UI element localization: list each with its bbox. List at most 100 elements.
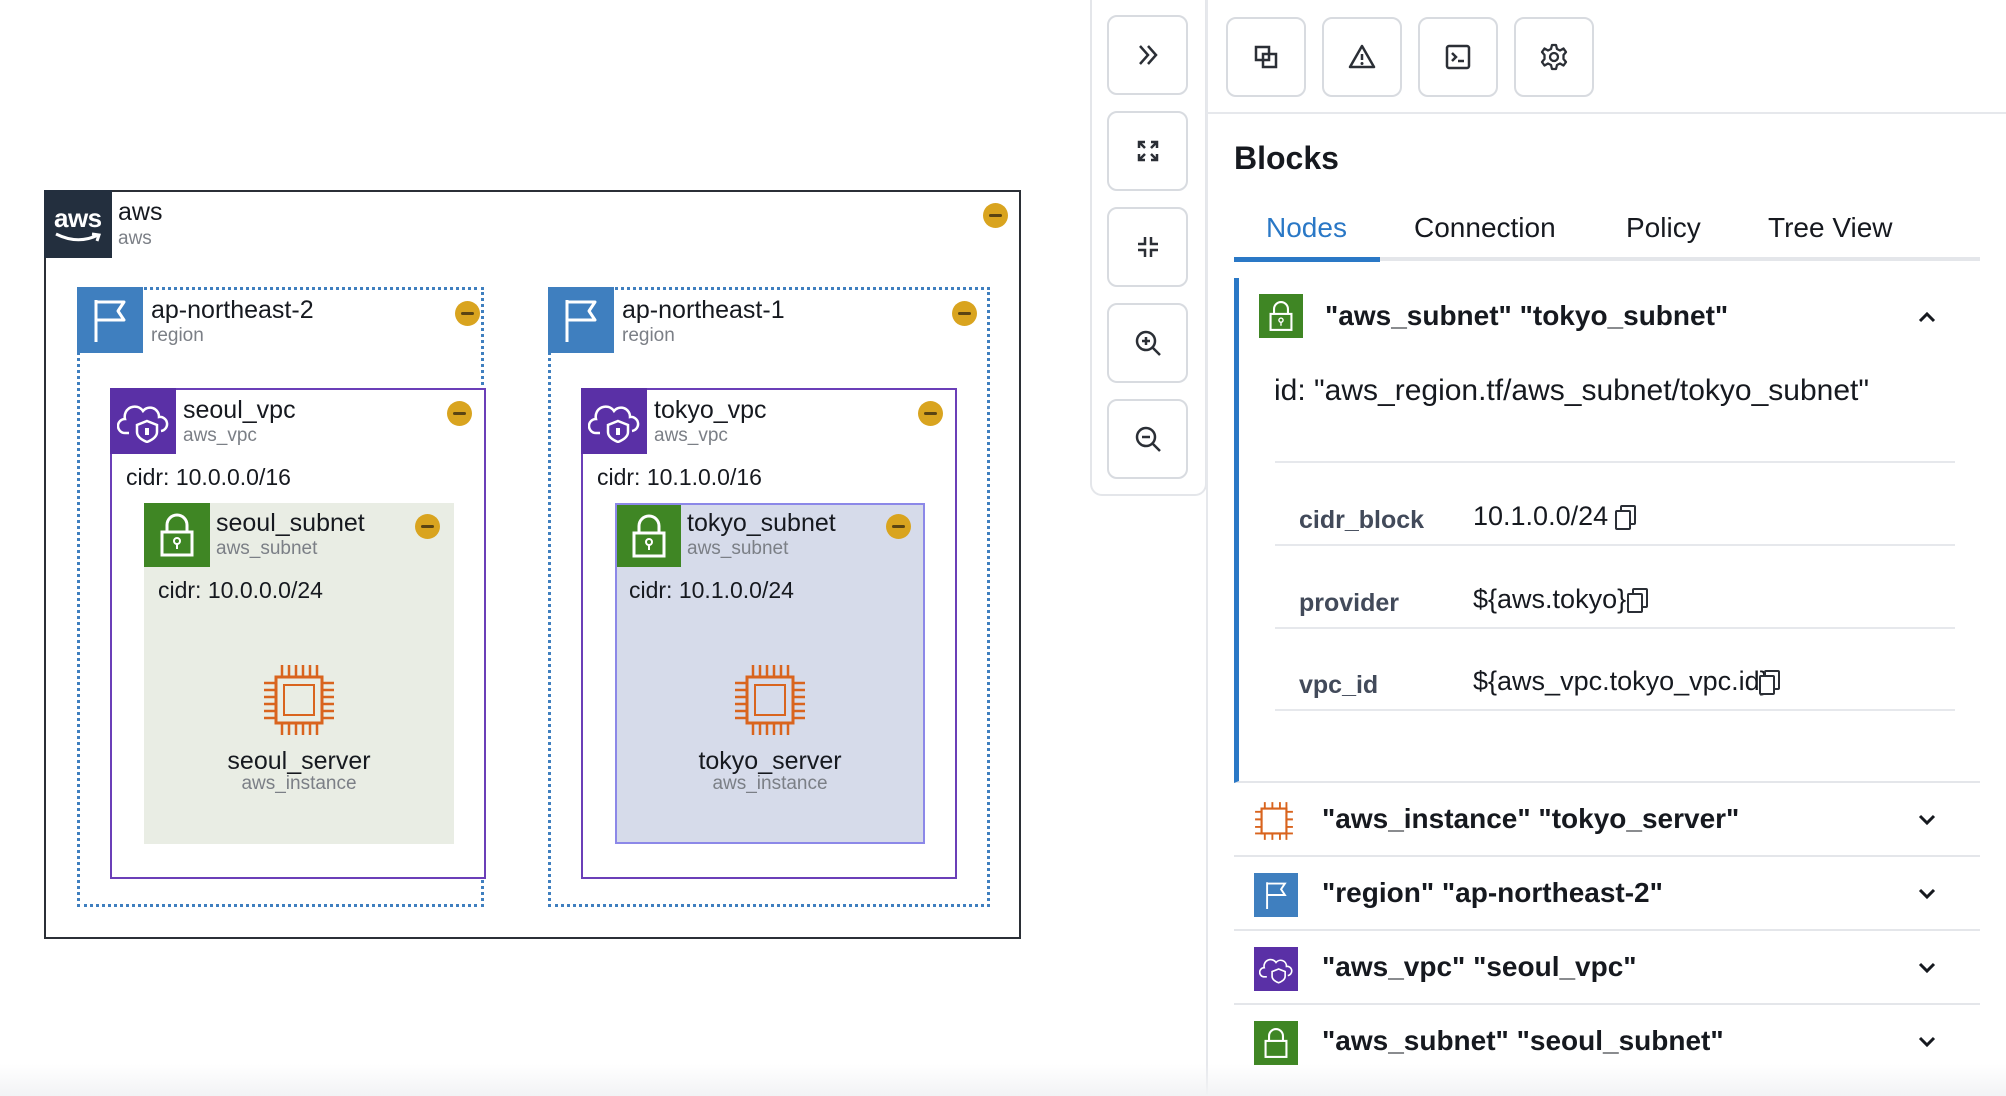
- property-divider: [1275, 461, 1955, 463]
- copy-icon[interactable]: [1615, 505, 1636, 530]
- collapse-panel-button[interactable]: [1107, 15, 1188, 95]
- region-subtitle: region: [622, 325, 675, 346]
- tab-policy[interactable]: Policy: [1626, 212, 1701, 244]
- chevron-down-icon[interactable]: [1912, 1027, 1942, 1057]
- node-row-seoul-vpc[interactable]: "aws_vpc" "seoul_vpc": [1234, 931, 1980, 1005]
- property-divider: [1275, 709, 1955, 711]
- node-row-title: "region" "ap-northeast-2": [1322, 877, 1663, 908]
- node-card-expanded: "aws_subnet" "tokyo_subnet" id: "aws_reg…: [1234, 278, 1980, 783]
- node-row-title: "aws_subnet" "seoul_subnet": [1322, 1025, 1724, 1056]
- resources-icon: [1254, 45, 1278, 69]
- node-card-title[interactable]: "aws_subnet" "tokyo_subnet": [1325, 300, 1728, 332]
- property-divider: [1275, 627, 1955, 629]
- chevron-down-icon[interactable]: [1912, 953, 1942, 983]
- property-key: vpc_id: [1299, 671, 1379, 699]
- region-flag-icon: [1254, 873, 1298, 917]
- subnet-lock-icon: [617, 505, 681, 567]
- expand-arrows-icon: [1137, 140, 1158, 162]
- panel-heading: Blocks: [1234, 140, 1339, 176]
- subnet-title: seoul_subnet: [216, 509, 365, 537]
- warnings-button[interactable]: [1322, 17, 1402, 97]
- instance-node-seoul[interactable]: seoul_server aws_instance: [144, 663, 454, 803]
- zoom-out-button[interactable]: [1107, 399, 1188, 479]
- bottom-scroll-shade: [0, 1064, 2006, 1096]
- subnet-collapse-button[interactable]: [415, 514, 440, 539]
- chevron-down-icon[interactable]: [1912, 879, 1942, 909]
- tab-connection[interactable]: Connection: [1414, 212, 1556, 244]
- node-row-title: "aws_vpc" "seoul_vpc": [1322, 951, 1637, 982]
- aws-node-title: aws: [118, 198, 163, 226]
- shrink-arrows-icon: [1137, 237, 1158, 257]
- chevron-up-icon[interactable]: [1912, 302, 1942, 332]
- subnet-lock-icon: [1254, 1021, 1298, 1065]
- subnet-subtitle: aws_subnet: [216, 538, 318, 559]
- node-row-title: "aws_instance" "tokyo_server": [1322, 803, 1740, 834]
- instance-icon: [264, 665, 334, 735]
- vpc-collapse-button[interactable]: [918, 401, 943, 426]
- chevron-down-icon[interactable]: [1912, 805, 1942, 835]
- vpc-icon: [581, 388, 647, 454]
- region-flag-icon: [548, 287, 614, 353]
- vpc-node-seoul[interactable]: seoul_vpc aws_vpc cidr: 10.0.0.0/16 seou…: [110, 388, 486, 879]
- instance-icon: [1255, 802, 1293, 840]
- subnet-cidr: cidr: 10.0.0.0/24: [158, 577, 323, 603]
- vpc-cidr: cidr: 10.0.0.0/16: [126, 464, 291, 490]
- shrink-view-button[interactable]: [1107, 207, 1188, 287]
- active-tab-indicator: [1234, 257, 1380, 262]
- vpc-icon: [1254, 947, 1298, 991]
- node-row-region[interactable]: "region" "ap-northeast-2": [1234, 857, 1980, 931]
- vpc-collapse-button[interactable]: [447, 401, 472, 426]
- zoom-out-icon: [1135, 426, 1161, 452]
- zoom-in-button[interactable]: [1107, 303, 1188, 383]
- property-key: cidr_block: [1299, 506, 1425, 534]
- fit-view-button[interactable]: [1107, 111, 1188, 191]
- instance-subtitle: aws_instance: [712, 773, 828, 794]
- property-value: ${aws.tokyo}: [1473, 584, 1627, 614]
- region-subtitle: region: [151, 325, 204, 346]
- instance-title: seoul_server: [227, 747, 371, 775]
- copy-icon[interactable]: [1627, 588, 1648, 613]
- canvas-toolbar: [1090, 0, 1207, 496]
- vpc-icon: [110, 388, 176, 454]
- region-flag-icon: [77, 287, 143, 353]
- subnet-node-seoul[interactable]: seoul_subnet aws_subnet cidr: 10.0.0.0/2…: [144, 503, 454, 844]
- node-row-tokyo-server[interactable]: "aws_instance" "tokyo_server": [1234, 783, 1980, 857]
- resources-button[interactable]: [1226, 17, 1306, 97]
- vpc-node-tokyo[interactable]: tokyo_vpc aws_vpc cidr: 10.1.0.0/16 toky…: [581, 388, 957, 879]
- region-node-ap-northeast-2[interactable]: ap-northeast-2 region seoul_vpc aws_vpc …: [77, 287, 486, 907]
- region-title: ap-northeast-1: [622, 296, 785, 324]
- zoom-in-icon: [1135, 330, 1161, 356]
- panel-top-bar: [1208, 0, 2006, 114]
- gear-icon: [1540, 43, 1568, 71]
- subnet-cidr: cidr: 10.1.0.0/24: [629, 577, 794, 603]
- diagram-canvas[interactable]: aws aws aws ap-northeast-2 region seoul_…: [0, 0, 1090, 1096]
- subnet-collapse-button[interactable]: [886, 514, 911, 539]
- tab-nodes[interactable]: Nodes: [1266, 212, 1347, 244]
- tab-tree-view[interactable]: Tree View: [1768, 212, 1893, 244]
- region-node-ap-northeast-1[interactable]: ap-northeast-1 region tokyo_vpc aws_vpc …: [548, 287, 990, 907]
- instance-node-tokyo[interactable]: tokyo_server aws_instance: [617, 663, 923, 803]
- terminal-button[interactable]: [1418, 17, 1498, 97]
- property-value: 10.1.0.0/24: [1473, 501, 1609, 531]
- vpc-title: seoul_vpc: [183, 396, 296, 424]
- copy-icon[interactable]: [1759, 670, 1780, 695]
- instance-icon: [735, 665, 805, 735]
- vpc-subtitle: aws_vpc: [654, 425, 728, 446]
- subnet-title: tokyo_subnet: [687, 509, 836, 537]
- terminal-icon: [1445, 44, 1471, 70]
- aws-logo: aws: [44, 190, 112, 258]
- property-key: provider: [1299, 589, 1400, 617]
- aws-provider-node[interactable]: aws aws aws ap-northeast-2 region seoul_…: [44, 190, 1021, 939]
- region-collapse-button[interactable]: [455, 301, 480, 326]
- instance-title: tokyo_server: [698, 747, 842, 775]
- vpc-subtitle: aws_vpc: [183, 425, 257, 446]
- subnet-node-tokyo[interactable]: tokyo_subnet aws_subnet cidr: 10.1.0.0/2…: [615, 503, 925, 844]
- settings-button[interactable]: [1514, 17, 1594, 97]
- region-collapse-button[interactable]: [952, 301, 977, 326]
- vpc-title: tokyo_vpc: [654, 396, 767, 424]
- property-value: ${aws_vpc.tokyo_vpc.id}: [1473, 666, 1769, 696]
- node-id: id: "aws_region.tf/aws_subnet/tokyo_subn…: [1274, 374, 1869, 407]
- aws-collapse-button[interactable]: [983, 203, 1008, 228]
- aws-node-subtitle: aws: [118, 228, 152, 249]
- subnet-lock-icon: [1259, 294, 1303, 338]
